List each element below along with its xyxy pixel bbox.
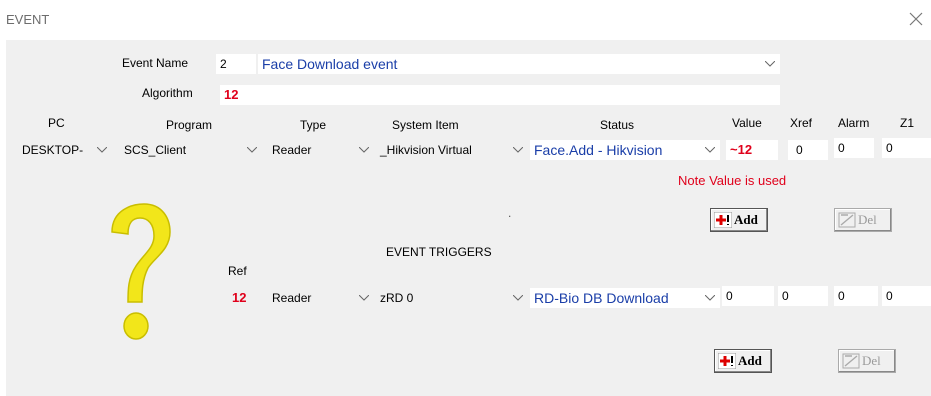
event-triggers-heading: EVENT TRIGGERS bbox=[386, 245, 492, 259]
z1-field[interactable]: 0 bbox=[882, 138, 931, 158]
status-value: Face.Add - Hikvision bbox=[534, 142, 663, 158]
trigger-del-label: Del bbox=[862, 353, 881, 368]
ref-value: 12 bbox=[232, 290, 247, 305]
ref-label: Ref bbox=[228, 264, 247, 278]
column-program: Program bbox=[166, 118, 213, 132]
question-mark-icon bbox=[111, 203, 171, 340]
program-dropdown[interactable]: SCS_Client bbox=[120, 140, 262, 160]
add-icon bbox=[718, 353, 736, 369]
algorithm-field[interactable]: 12 bbox=[220, 85, 780, 105]
close-icon[interactable] bbox=[905, 8, 927, 30]
window-title: EVENT bbox=[6, 12, 50, 27]
trigger-system-item-value: zRD 0 bbox=[380, 291, 414, 305]
trigger-add-button[interactable]: Add bbox=[714, 349, 772, 373]
trigger-status-dropdown[interactable]: RD-Bio DB Download bbox=[530, 288, 720, 308]
trigger-type-value: Reader bbox=[272, 291, 312, 305]
event-name-index-field[interactable]: 2 bbox=[216, 54, 256, 74]
algorithm-label: Algorithm bbox=[142, 86, 193, 100]
note-text: Note Value is used bbox=[678, 173, 787, 188]
column-status: Status bbox=[600, 118, 635, 132]
event-name-value: Face Download event bbox=[262, 56, 398, 72]
trigger-delete-button[interactable]: Del bbox=[838, 349, 896, 373]
alarm-field[interactable]: 0 bbox=[834, 138, 874, 158]
del-label: Del bbox=[858, 212, 877, 227]
dropdown-arrow-icon[interactable] bbox=[96, 140, 108, 160]
trigger-system-item-dropdown[interactable]: zRD 0 bbox=[376, 288, 528, 308]
title-bar: EVENT bbox=[0, 0, 931, 40]
column-value: Value bbox=[732, 116, 762, 130]
dropdown-arrow-icon[interactable] bbox=[512, 288, 524, 308]
pc-dropdown[interactable]: DESKTOP- bbox=[20, 140, 112, 160]
program-value: SCS_Client bbox=[124, 143, 187, 157]
dropdown-arrow-icon[interactable] bbox=[246, 140, 258, 160]
trigger-status-value: RD-Bio DB Download bbox=[534, 290, 669, 306]
event-name-dropdown[interactable]: Face Download event bbox=[258, 54, 780, 74]
column-pc: PC bbox=[48, 116, 65, 130]
trigger-value-field[interactable]: 0 bbox=[722, 286, 774, 306]
dropdown-arrow-icon[interactable] bbox=[512, 140, 524, 160]
delete-icon bbox=[842, 353, 860, 369]
xref-field[interactable]: 0 bbox=[788, 140, 828, 160]
dropdown-arrow-icon[interactable] bbox=[704, 288, 716, 308]
dropdown-arrow-icon[interactable] bbox=[358, 288, 370, 308]
system-item-value: _Hikvision Virtual bbox=[380, 143, 472, 157]
add-button[interactable]: Add bbox=[710, 208, 768, 232]
delete-button[interactable]: Del bbox=[834, 208, 892, 232]
event-name-label: Event Name bbox=[122, 56, 189, 70]
system-item-dropdown[interactable]: _Hikvision Virtual bbox=[376, 140, 528, 160]
dropdown-arrow-icon[interactable] bbox=[358, 140, 370, 160]
delete-icon bbox=[838, 212, 856, 228]
dot-mark: . bbox=[508, 206, 512, 220]
trigger-alarm-field[interactable]: 0 bbox=[834, 286, 878, 306]
column-system-item: System Item bbox=[392, 118, 459, 132]
dropdown-arrow-icon[interactable] bbox=[764, 54, 776, 74]
add-icon bbox=[714, 212, 732, 228]
trigger-add-label: Add bbox=[738, 353, 762, 368]
dropdown-arrow-icon[interactable] bbox=[704, 140, 716, 160]
column-z1: Z1 bbox=[900, 116, 915, 130]
column-alarm: Alarm bbox=[838, 116, 870, 130]
column-xref: Xref bbox=[790, 116, 813, 130]
trigger-type-dropdown[interactable]: Reader bbox=[268, 288, 374, 308]
trigger-xref-field[interactable]: 0 bbox=[778, 286, 828, 306]
column-type: Type bbox=[300, 118, 327, 132]
type-dropdown[interactable]: Reader bbox=[268, 140, 374, 160]
trigger-z1-field[interactable]: 0 bbox=[882, 286, 931, 306]
value-field[interactable]: ~12 bbox=[726, 140, 778, 160]
pc-value: DESKTOP- bbox=[22, 143, 84, 157]
add-label: Add bbox=[734, 212, 758, 227]
type-value: Reader bbox=[272, 143, 312, 157]
status-dropdown[interactable]: Face.Add - Hikvision bbox=[530, 140, 720, 160]
